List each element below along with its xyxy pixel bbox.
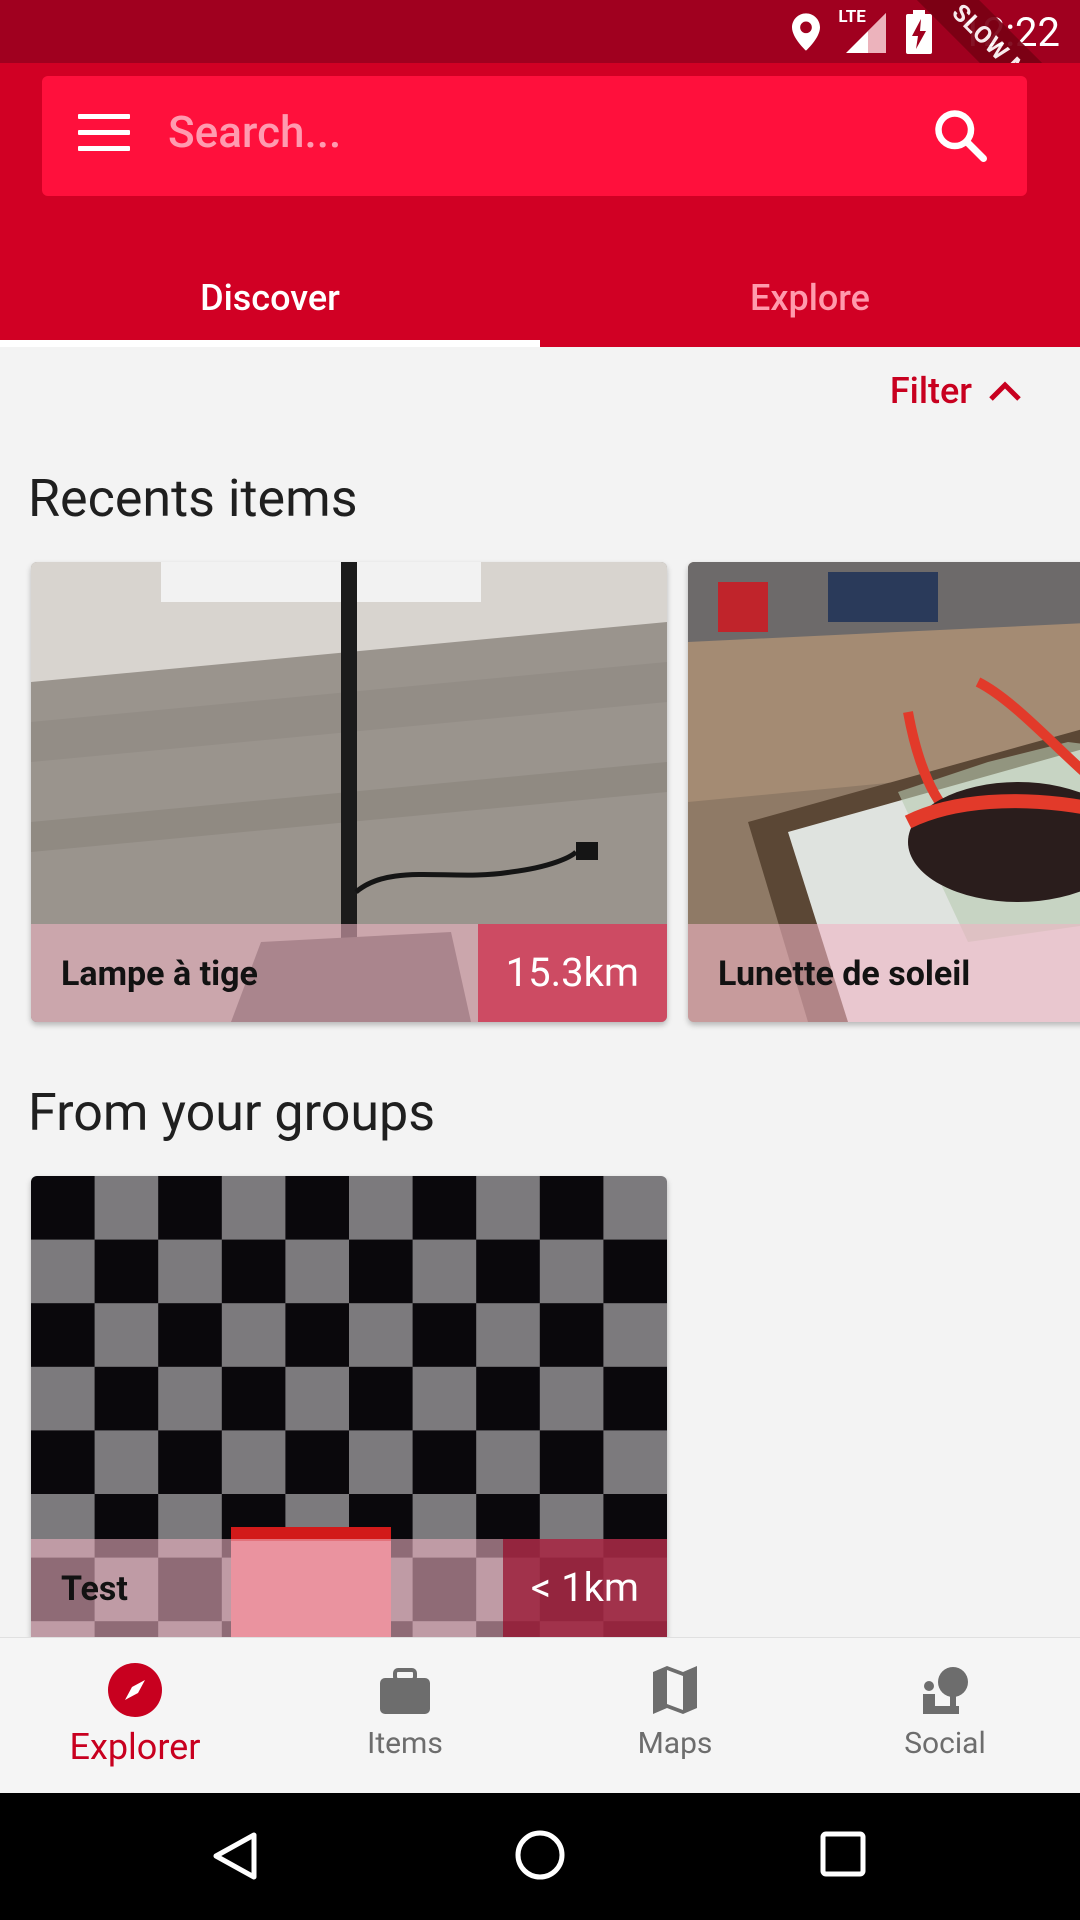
nav-label: Maps [637,1726,713,1761]
groups-title: From your groups [28,1082,436,1143]
home-icon[interactable] [514,1829,566,1881]
item-distance: < 1km [502,1539,667,1637]
menu-icon[interactable] [78,114,130,158]
briefcase-icon [380,1668,430,1714]
chevron-up-icon [989,381,1021,401]
item-card-lamp[interactable]: Lampe à tige 15.3km [31,562,667,1022]
status-bar: LTE 12:22 [0,0,1080,63]
nav-label: Social [904,1726,986,1761]
bottom-navigation: Explorer Items Maps Social [0,1637,1080,1793]
search-input[interactable]: Search... [168,106,341,158]
item-title: Test [61,1569,128,1609]
item-card-sunglasses[interactable]: Lunette de soleil [688,562,1080,1022]
nav-social[interactable]: Social [810,1638,1080,1793]
item-title: Lampe à tige [61,954,258,994]
signal-icon: LTE [838,7,888,55]
tab-explore[interactable]: Explore [540,253,1080,347]
recents-title: Recents items [28,468,358,529]
back-icon[interactable] [212,1831,258,1881]
search-box[interactable]: Search... [42,76,1027,196]
item-title: Lunette de soleil [718,954,971,994]
item-distance: 15.3km [477,924,667,1022]
map-icon [653,1666,697,1714]
recents-icon[interactable] [820,1831,866,1877]
nav-maps[interactable]: Maps [540,1638,810,1793]
system-navigation-bar [0,1793,1080,1920]
nav-explorer[interactable]: Explorer [0,1638,270,1793]
tab-bar: Discover Explore [0,253,1080,347]
filter-button[interactable]: Filter [890,370,1022,412]
compass-icon [108,1663,162,1717]
item-card-test[interactable]: Test < 1km [31,1176,667,1637]
social-icon [923,1667,968,1714]
filter-label: Filter [889,370,972,412]
nav-items[interactable]: Items [270,1638,540,1793]
search-icon[interactable] [931,106,991,166]
tab-indicator [0,340,540,347]
nav-label: Explorer [69,1726,201,1768]
app-bar: Search... Discover Explore [0,63,1080,347]
battery-charging-icon [906,10,933,54]
tab-discover[interactable]: Discover [0,253,540,347]
nav-label: Items [367,1726,443,1761]
location-icon [792,13,821,51]
network-type: LTE [838,7,866,27]
